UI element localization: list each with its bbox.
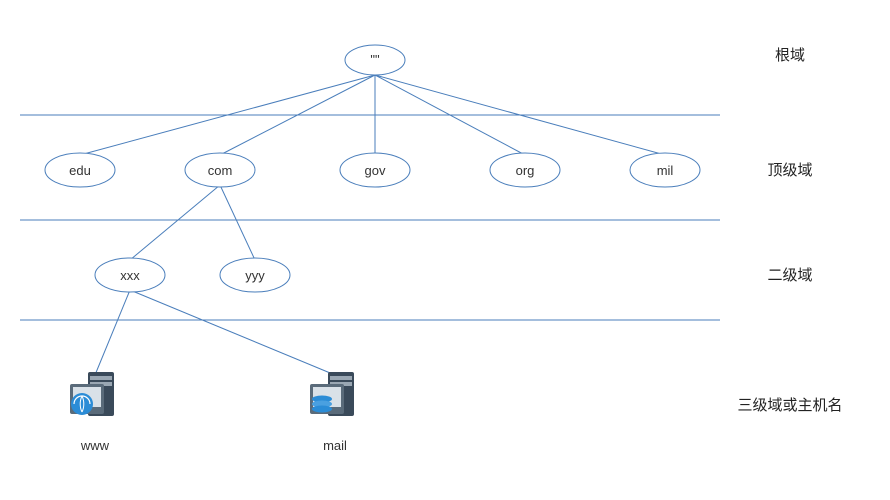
tld-label: com [208,163,233,178]
level-label: 三级域或主机名 [737,397,842,414]
tld-label: mil [657,163,674,178]
edge [130,290,335,375]
second-label: yyy [245,268,265,283]
tld-label: edu [69,163,91,178]
host-label: mail [323,438,347,453]
tld-node-gov: gov [340,153,410,187]
level-label: 二级域 [767,267,812,284]
tld-node-org: org [490,153,560,187]
edge [220,185,255,260]
server-mail-icon [310,372,354,416]
edge [130,185,220,260]
second-label: xxx [120,268,140,283]
root-node: "" [345,45,405,75]
root-label: "" [370,52,380,67]
dns-hierarchy-diagram: "" edu com gov org mil xxx yyy [0,0,890,500]
tld-node-mil: mil [630,153,700,187]
level-label: 根域 [775,47,805,64]
second-node-yyy: yyy [220,258,290,292]
tld-node-edu: edu [45,153,115,187]
tld-label: gov [365,163,386,178]
tld-node-com: com [185,153,255,187]
second-node-xxx: xxx [95,258,165,292]
level-label: 顶级域 [767,162,812,179]
edge [95,290,130,375]
host-label: www [80,438,110,453]
server-www-icon [70,372,114,416]
tld-label: org [516,163,535,178]
